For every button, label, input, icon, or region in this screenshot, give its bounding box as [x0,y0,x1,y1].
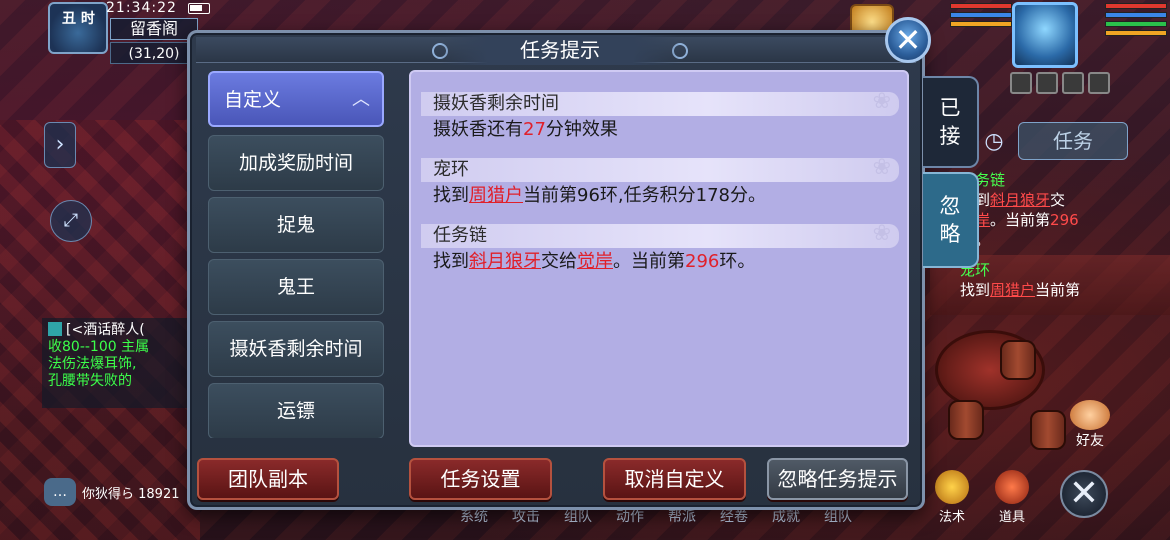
close-icon: ✕ [894,21,922,59]
chevron-up-icon: ︿ [352,89,370,110]
battery-icon [188,3,210,14]
npc-link[interactable]: 周猎户 [469,185,523,206]
buff-icons[interactable] [1010,72,1110,94]
chat-input-bar[interactable]: … 你狄得ら 18921 [44,476,194,508]
location-coords: (31,20) [110,42,198,64]
item-link[interactable]: 斜月狼牙 [469,251,541,272]
location-name[interactable]: 留香阁 [110,18,198,40]
chat-line: 法伤法爆耳饰, [48,356,137,372]
buff-icon [1088,72,1110,94]
expand-arrows-icon: ⤢ [63,210,79,231]
mp-bar [950,12,1012,18]
task-tracker[interactable]: 任务链 找到斜月狼牙交 觉岸。当前第296 环。 宠环 找到周猎户当前第 [960,170,1170,310]
chest-icon [995,470,1029,504]
time-of-day-label: 丑 时 [62,11,95,27]
tracker-line: 找到周猎户当前第 [960,281,1081,299]
chevron-right-icon: › [55,132,65,157]
chat-feed[interactable]: [<酒话醉人( 收80--100 主属 法伤法爆耳饰, 孔腰带失败的 [42,318,192,408]
system-clock: 21:34:22 [106,0,177,16]
dialog-close-button[interactable]: ✕ [885,17,931,63]
spell-button[interactable]: 法术 [930,470,974,525]
section-header: 任务链 [421,222,899,248]
friends-icon [1070,400,1110,430]
chat-preview: 你狄得ら 18921 [82,486,180,502]
clock-icon[interactable]: ◷ [975,126,1013,160]
category-bonus-time[interactable]: 加成奖励时间 [208,135,384,191]
category-ghost-king[interactable]: 鬼王 [208,259,384,315]
category-incense-time[interactable]: 摄妖香剩余时间 [208,321,384,377]
buff-icon [1062,72,1084,94]
player-status-bars [1105,0,1167,40]
npc-link[interactable]: 觉岸 [577,251,613,272]
friends-button[interactable]: 好友 [1060,400,1120,450]
category-custom[interactable]: 自定义 ︿ [208,71,384,127]
section-header: 摄妖香剩余时间 [421,90,899,116]
buff-icon [1010,72,1032,94]
team-dungeon-button[interactable]: 团队副本 [197,458,339,500]
task-content-panel: 摄妖香剩余时间 摄妖香还有27分钟效果 宠环 找到周猎户当前第96环,任务积分1… [409,70,909,447]
fullscreen-toggle-button[interactable]: ⤢ [50,200,92,242]
background-barrel [948,400,984,440]
player-avatar[interactable] [1012,2,1078,68]
section-header: 宠环 [421,156,899,182]
expand-left-panel-button[interactable]: › [44,122,76,168]
hp-bar [950,3,1012,9]
buff-icon [1036,72,1058,94]
section-body: 摄妖香还有27分钟效果 [433,119,618,140]
close-icon: ✕ [1068,473,1100,514]
category-escort[interactable]: 运镖 [208,383,384,438]
task-settings-button[interactable]: 任务设置 [409,458,552,500]
tracker-line: 找到斜月狼牙交 [960,191,1066,209]
hp-bar [1105,3,1167,9]
exp-bar [950,21,1012,27]
pet-status-bars [950,0,1012,40]
channel-icon [48,322,62,336]
dialog-titlebar: 任务提示 [196,35,916,65]
ignore-task-hints-button[interactable]: 忽略任务提示 [767,458,908,500]
exp-bar [1105,30,1167,36]
section-body: 找到周猎户当前第96环,任务积分178分。 [433,185,766,206]
tracker-line: 觉岸。当前第296 [960,211,1079,229]
chat-bubble-icon[interactable]: … [44,478,76,506]
section-body: 找到斜月狼牙交给觉岸。当前第296环。 [433,251,756,272]
tracker-title: 任务链 [960,171,1006,189]
tracker-title: 宠环 [960,261,991,279]
collapse-menu-button[interactable]: ✕ [1060,470,1108,518]
time-of-day-badge[interactable]: 丑 时 [48,2,108,54]
bottom-quick-icons[interactable]: 法术 道具 [930,470,1034,525]
cancel-custom-button[interactable]: 取消自定义 [603,458,746,500]
chat-line: [<酒话醉人( [48,322,188,339]
task-tracker-tab[interactable]: 任务 [1018,122,1128,160]
category-ghost-hunt[interactable]: 捉鬼 [208,197,384,253]
tab-ignored[interactable]: 忽略 [923,172,979,268]
tracker-line: 环。 [960,230,1170,250]
item-button[interactable]: 道具 [990,470,1034,525]
tab-accepted[interactable]: 已接 [923,76,979,168]
task-category-list[interactable]: 自定义 ︿ 加成奖励时间 捉鬼 鬼王 摄妖香剩余时间 运镖 [208,71,384,438]
mp-bar [1105,12,1167,18]
sp-bar [1105,21,1167,27]
spell-icon [935,470,969,504]
dialog-title: 任务提示 [440,35,680,65]
chat-line: 孔腰带失败的 [48,373,132,389]
background-barrel [1000,340,1036,380]
chat-line: 收80--100 主属 [48,339,150,355]
